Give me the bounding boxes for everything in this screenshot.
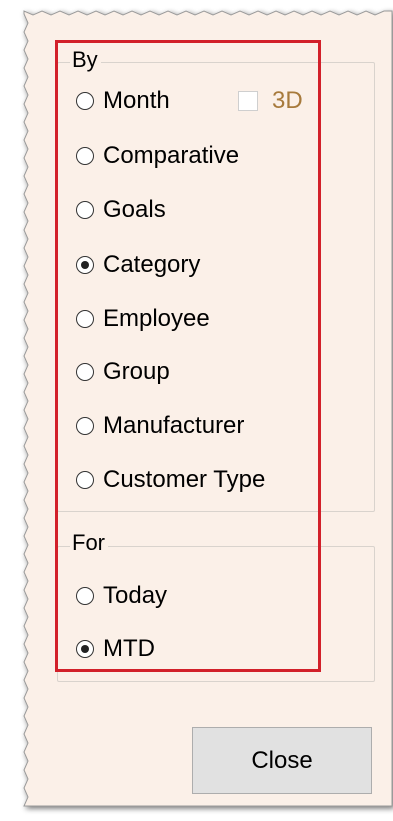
radio-month-label: Month [103,87,170,114]
radio-month-indicator[interactable] [76,92,94,110]
radio-category[interactable]: Category [76,250,200,280]
radio-goals[interactable]: Goals [76,195,166,225]
radio-group-indicator[interactable] [76,363,94,381]
checkbox-3d-box[interactable] [238,91,258,111]
radio-category-indicator[interactable] [76,256,94,274]
radio-mtd-indicator[interactable] [76,640,94,658]
report-options-window: By Month 3D Comparative Goals Category E… [0,0,393,821]
radio-goals-label: Goals [103,196,166,223]
radio-today[interactable]: Today [76,581,167,611]
radio-goals-indicator[interactable] [76,201,94,219]
radio-comparative-indicator[interactable] [76,147,94,165]
radio-month[interactable]: Month [76,86,170,116]
radio-group-label: Group [103,358,170,385]
radio-today-indicator[interactable] [76,587,94,605]
radio-today-label: Today [103,582,168,609]
by-group-legend: By [70,48,101,72]
radio-manufacturer[interactable]: Manufacturer [76,411,244,441]
radio-group[interactable]: Group [76,357,170,387]
radio-manufacturer-indicator[interactable] [76,417,94,435]
close-button[interactable]: Close [192,727,372,794]
radio-mtd[interactable]: MTD [76,634,155,664]
radio-mtd-label: MTD [103,635,155,662]
for-group-legend: For [70,531,108,555]
radio-comparative-label: Comparative [103,142,240,169]
radio-customer-type-indicator[interactable] [76,471,94,489]
radio-customer-type[interactable]: Customer Type [76,465,265,495]
radio-comparative[interactable]: Comparative [76,141,239,171]
checkbox-3d-label: 3D [272,87,303,114]
by-groupbox [57,62,375,512]
radio-employee-label: Employee [103,305,210,332]
radio-employee[interactable]: Employee [76,304,210,334]
radio-customer-type-label: Customer Type [103,466,266,493]
radio-manufacturer-label: Manufacturer [103,412,245,439]
radio-employee-indicator[interactable] [76,310,94,328]
checkbox-3d[interactable]: 3D [238,86,303,116]
radio-category-label: Category [103,251,201,278]
